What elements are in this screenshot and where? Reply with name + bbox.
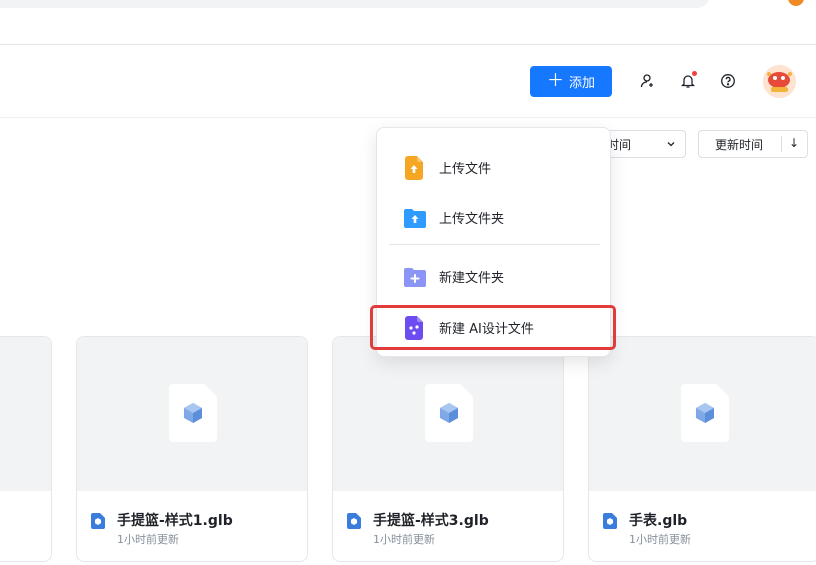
glb-file-icon — [603, 513, 617, 533]
menu-item-upload-folder[interactable]: 上传文件夹 — [377, 196, 612, 236]
file-card[interactable]: 手表.glb 1小时前更新 — [588, 336, 816, 562]
notification-dot — [692, 71, 697, 76]
menu-item-upload-file[interactable]: 上传文件 — [377, 146, 612, 186]
plus-icon: ＋ — [546, 71, 564, 91]
upload-folder-icon — [403, 206, 426, 230]
top-search-bar[interactable] — [0, 0, 710, 8]
file-card-partial[interactable] — [0, 336, 52, 562]
upload-file-icon — [403, 156, 425, 180]
glb-file-icon — [347, 513, 361, 533]
file-name[interactable]: 手提篮-样式3.glb — [373, 510, 489, 530]
bell-icon[interactable] — [678, 71, 698, 91]
file-name[interactable]: 手表.glb — [629, 510, 687, 530]
divider — [781, 136, 782, 152]
add-member-icon[interactable] — [638, 71, 658, 91]
file-updated-time: 1小时前更新 — [117, 533, 179, 546]
help-icon[interactable] — [718, 71, 738, 91]
new-folder-icon — [403, 265, 426, 289]
add-button-label: 添加 — [568, 76, 595, 91]
top-badge — [788, 0, 804, 6]
model-file-icon — [169, 384, 217, 442]
menu-item-label: 新建文件夹 — [439, 271, 505, 286]
file-thumbnail — [589, 337, 816, 491]
file-updated-time: 1小时前更新 — [629, 533, 691, 546]
file-thumbnail — [0, 337, 51, 491]
model-file-icon — [681, 384, 729, 442]
file-name[interactable]: 手提篮-样式1.glb — [117, 510, 233, 530]
file-thumbnail — [333, 337, 563, 491]
model-file-icon — [425, 384, 473, 442]
file-thumbnail — [77, 337, 307, 491]
glb-file-icon — [91, 513, 105, 533]
menu-divider — [389, 244, 600, 245]
file-updated-time: 1小时前更新 — [373, 533, 435, 546]
top-bar — [0, 0, 816, 45]
file-card[interactable]: 手提篮-样式3.glb 1小时前更新 — [332, 336, 564, 562]
menu-item-label: 上传文件 — [439, 162, 492, 177]
file-card[interactable]: 手提篮-样式1.glb 1小时前更新 — [76, 336, 308, 562]
chevron-down-icon — [665, 138, 677, 153]
sort-order-select[interactable]: 更新时间 ↓ — [698, 130, 808, 158]
toolbar-header: ＋ 添加 — [0, 45, 816, 118]
sort-order-label: 更新时间 — [715, 137, 764, 152]
highlight-box — [370, 305, 616, 350]
add-button[interactable]: ＋ 添加 — [530, 66, 612, 97]
user-avatar[interactable] — [763, 65, 796, 98]
menu-item-new-folder[interactable]: 新建文件夹 — [377, 255, 612, 295]
menu-item-label: 上传文件夹 — [439, 212, 505, 227]
arrow-down-icon[interactable]: ↓ — [789, 136, 799, 150]
